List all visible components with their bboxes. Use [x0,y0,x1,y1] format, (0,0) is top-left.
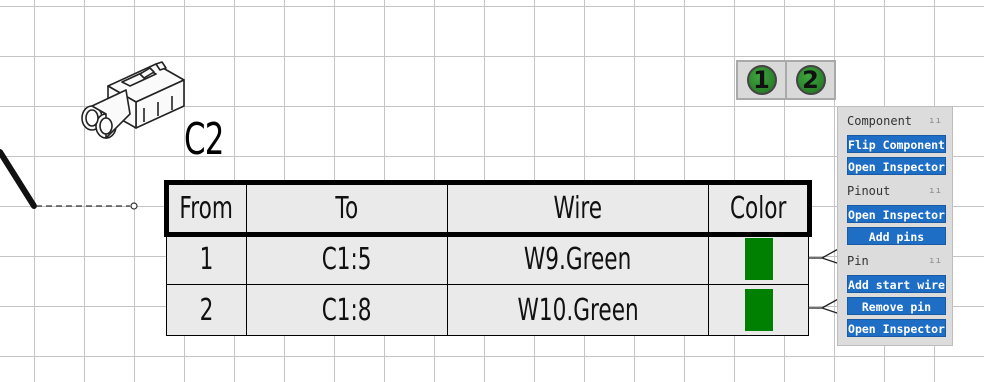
pin-color [708,233,809,285]
pin-wire: W9.Green [447,233,709,285]
component-designator[interactable]: C2 [184,112,224,168]
open-inspector-button[interactable]: Open Inspector [847,319,946,337]
open-inspector-button[interactable]: Open Inspector [847,205,946,223]
wire-stub[interactable] [0,140,170,230]
connector-image[interactable] [78,58,190,142]
header-wire: Wire [447,182,709,234]
pinout-header-row: From To Wire Color [163,179,812,237]
table-row[interactable]: 2 C1:8 W10.Green [166,284,809,336]
menu-section-pinout: Pinout ıı Open Inspector Add pins [838,179,952,245]
wire-end-point [130,202,138,210]
drag-handle-icon[interactable]: ıı [929,116,942,126]
pin-wire: W10.Green [447,284,709,336]
color-swatch [744,289,773,331]
open-inspector-button[interactable]: Open Inspector [847,157,946,175]
flip-component-button[interactable]: Flip Component [847,135,946,153]
header-color: Color [708,182,809,234]
menu-section-header[interactable]: Pin ıı [838,249,952,273]
header-to: To [246,182,448,234]
drag-handle-icon[interactable]: ıı [929,256,942,266]
menu-section-component: Component ıı Flip Component Open Inspect… [838,109,952,175]
pin-badge-cell[interactable]: 2 [787,62,834,98]
table-row[interactable]: 1 C1:5 W9.Green [166,233,809,285]
pin-badge[interactable]: 1 [746,65,777,95]
harness-canvas[interactable]: C2 From To Wire Color 1 C1:5 W9.Green 2 … [0,0,984,382]
pin-color [708,284,809,336]
pin-badge-cell[interactable]: 1 [738,62,787,98]
pinout-table[interactable]: From To Wire Color 1 C1:5 W9.Green 2 C1:… [163,179,812,336]
context-menu: Component ıı Flip Component Open Inspect… [837,106,953,346]
pin-from: 1 [166,233,247,285]
remove-pin-button[interactable]: Remove pin [847,297,946,315]
drag-handle-icon[interactable]: ıı [929,186,942,196]
pin-to: C1:5 [246,233,448,285]
pin-badges: 1 2 [736,60,836,100]
header-from: From [166,182,247,234]
add-start-wire-button[interactable]: Add start wire [847,275,946,293]
wire-segment [0,149,37,209]
menu-section-header[interactable]: Component ıı [838,109,952,133]
pin-badge[interactable]: 2 [795,65,826,95]
menu-section-header[interactable]: Pinout ıı [838,179,952,203]
pin-from: 2 [166,284,247,336]
pin-to: C1:8 [246,284,448,336]
color-swatch [744,238,773,280]
add-pins-button[interactable]: Add pins [847,227,946,245]
menu-section-pin: Pin ıı Add start wire Remove pin Open In… [838,249,952,337]
